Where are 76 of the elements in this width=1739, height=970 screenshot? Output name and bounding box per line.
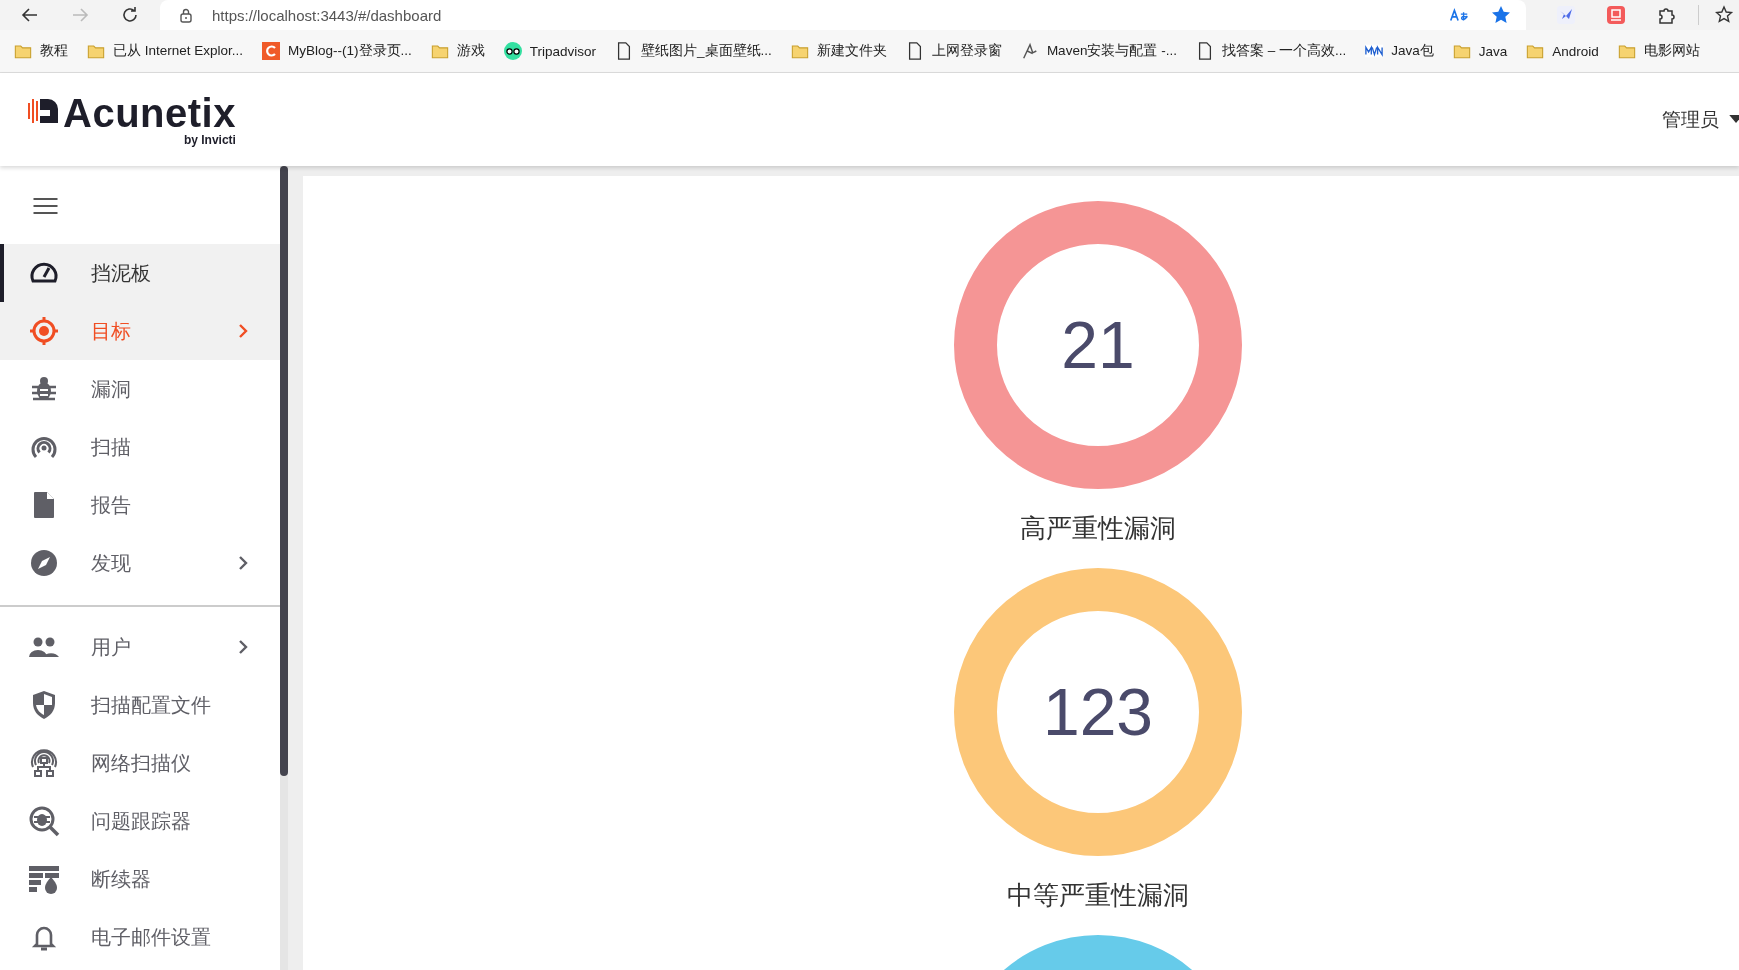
bookmark-label: 教程 [40,42,68,60]
bookmark-label: 找答案 – 一个高效... [1221,42,1347,60]
sidebar-item[interactable]: 扫描配置文件 [0,676,280,734]
count-value: 21 [1061,307,1135,383]
chevron-right-icon [238,323,248,339]
network-icon [28,747,60,779]
sidebar-item[interactable]: 用户 [0,618,280,676]
sidebar-item[interactable]: 发现 [0,534,280,592]
caret-icon [1729,115,1739,124]
favorites-icon[interactable] [1715,5,1735,25]
user-menu[interactable]: 管理员 [1662,106,1739,133]
owl-icon [503,42,522,60]
chevron-right-icon [238,555,248,571]
sidebar-item[interactable]: 挡泥板 [0,244,280,302]
bookmark-label: 已从 Internet Explor... [113,42,244,60]
bookmark[interactable]: 游戏 [430,42,485,60]
bookmark[interactable]: Java包 [1365,42,1434,60]
letter-logo-icon [262,42,281,60]
url-text: https://localhost:3443/#/dashboard [212,6,443,24]
target-icon [28,315,60,347]
bookmark-label: MyBlog--(1)登录页... [288,42,412,60]
count-value: 123 [1042,674,1154,750]
bookmark[interactable]: 电影网站 [1617,42,1700,60]
bookmark-label: 壁纸图片_桌面壁纸... [641,42,772,60]
bookmark-label: Java包 [1391,42,1434,60]
bookmark[interactable]: MyBlog--(1)登录页... [262,42,412,60]
scrollbar-thumb[interactable] [280,166,288,776]
folder-icon [1452,42,1471,60]
bugsearch-icon [28,805,60,837]
bookmark-label: Maven安装与配置 -... [1046,42,1177,60]
sidebar-item[interactable]: 扫描 [0,418,280,476]
extension-app-icon[interactable] [1606,5,1626,25]
bookmark-label: 上网登录窗 [931,42,1002,60]
lock-icon [178,7,194,23]
bookmark-label: Java [1478,43,1508,59]
bookmark-label: Tripadvisor [529,43,597,59]
bookmark[interactable]: Tripadvisor [503,42,597,60]
compass-icon [28,547,60,579]
folder-icon [1526,42,1545,60]
star-icon[interactable] [1490,5,1512,25]
reload-icon[interactable] [120,5,140,25]
bookmark[interactable]: 已从 Internet Explor... [87,42,244,60]
folder-icon [87,42,105,60]
bookmark[interactable]: 找答案 – 一个高效... [1195,42,1347,60]
bookmark-label: 新建文件夹 [816,42,887,60]
feather-icon [1020,42,1039,60]
bookmark[interactable]: 上网登录窗 [905,42,1002,60]
sidebar-item[interactable]: 报告 [0,476,280,534]
folder-icon [1617,42,1636,60]
sidebar-item[interactable]: 网络扫描仪 [0,734,280,792]
sidebar-item[interactable]: 电子邮件设置 [0,908,280,966]
bookmark[interactable]: 壁纸图片_桌面壁纸... [615,42,772,60]
bookmark[interactable]: 教程 [14,42,68,60]
folder-icon [430,42,449,60]
sidebar-item[interactable]: 断续器 [0,850,280,908]
bookmark-label: 游戏 [456,42,485,60]
folder-icon [14,42,32,60]
address-bar[interactable]: https://localhost:3443/#/dashboard [160,0,1526,30]
count-label: 高严重性漏洞 [1020,512,1176,545]
mvn-logo-icon [1365,42,1384,60]
folder-icon [790,42,809,60]
sidebar-item[interactable]: 漏洞 [0,360,280,418]
sidebar-item[interactable]: 问题跟踪器 [0,792,280,850]
bookmark[interactable]: 新建文件夹 [790,42,887,60]
firewall-icon [28,863,60,895]
bookmark[interactable]: Java [1452,42,1508,60]
bookmark[interactable]: Android [1526,42,1599,60]
puzzle-icon[interactable] [1656,5,1676,25]
bookmark[interactable]: Maven安装与配置 -... [1020,42,1177,60]
brand-name: Acunetix [63,92,236,133]
brand-tagline: by Invicti [183,132,236,147]
menu-icon[interactable] [32,196,59,216]
bookmark-label: 电影网站 [1643,42,1700,60]
chevron-right-icon [238,639,248,655]
bookmark-label: Android [1552,43,1599,59]
count-label: 中等严重性漏洞 [1007,879,1189,912]
